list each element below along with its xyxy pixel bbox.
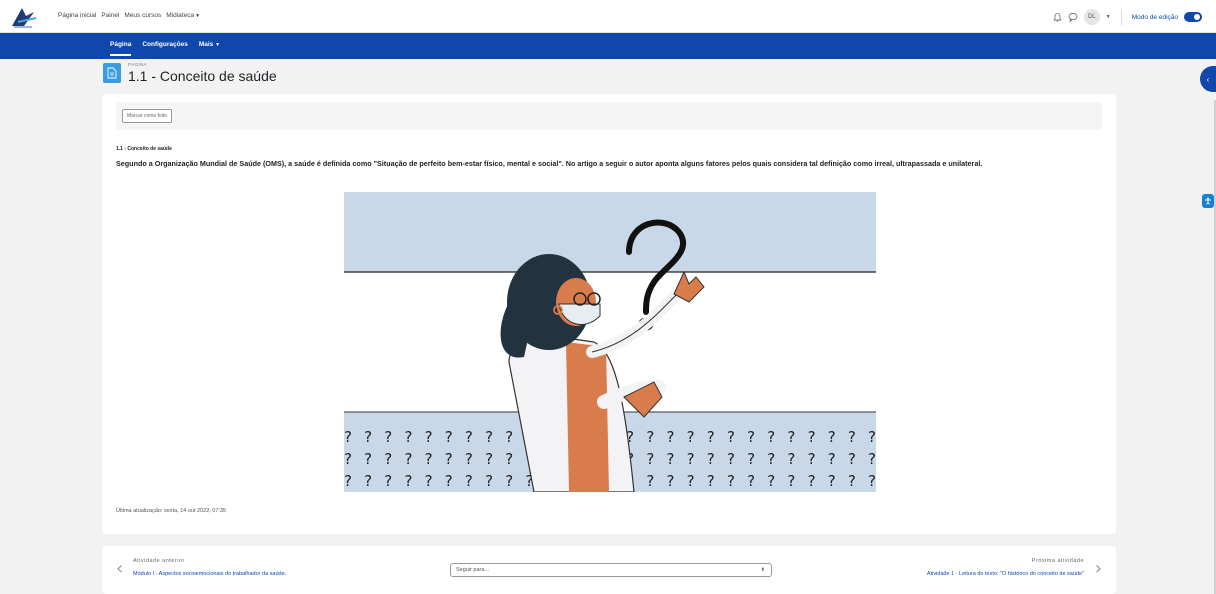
caret-down-icon: ▼ xyxy=(195,13,201,19)
doctor-question-illustration: ? ? ? ? ? ? ? ? ? ? ? ? ? ? ? ? ? ? ? ? … xyxy=(344,192,876,492)
chat-icon[interactable] xyxy=(1068,12,1078,22)
bell-icon[interactable] xyxy=(1052,12,1062,22)
mark-as-done-button[interactable]: Marcar como feito xyxy=(122,109,173,123)
open-drawer-button[interactable]: ‹ xyxy=(1200,66,1216,92)
nav-dashboard[interactable]: Painel xyxy=(101,12,119,19)
content-paragraph: Segundo a Organização Mundial de Saúde (… xyxy=(116,159,983,168)
primary-navigation: Página inicial Painel Meus cursos Midiat… xyxy=(58,12,200,19)
tab-more[interactable]: Mais ▼ xyxy=(199,41,220,56)
caret-down-icon: ▼ xyxy=(215,42,221,48)
top-navbar: Página inicial Painel Meus cursos Midiat… xyxy=(0,0,1216,33)
nav-media-library-label: Midiateca xyxy=(166,12,195,19)
previous-activity-link[interactable]: Módulo I - Aspectos socioemocionais do t… xyxy=(133,571,286,577)
user-menu-caret-icon[interactable]: ▼ xyxy=(1106,14,1111,20)
accessibility-button[interactable] xyxy=(1202,194,1214,208)
tab-page[interactable]: Página xyxy=(110,41,132,56)
tab-more-label: Mais xyxy=(198,41,214,48)
edit-mode-label: Modo de edição xyxy=(1131,13,1178,21)
page-content-card: Marcar como feito 1.1 - Conceito de saúd… xyxy=(102,94,1116,534)
accessibility-icon xyxy=(1205,197,1211,205)
nav-home[interactable]: Página inicial xyxy=(58,12,96,19)
divider xyxy=(1120,9,1122,25)
chevron-right-icon[interactable]: › xyxy=(1095,558,1102,579)
next-activity-caption: Próxima atividade xyxy=(1031,558,1084,564)
site-logo[interactable] xyxy=(8,4,40,30)
last-modified-date: Última atualização: sexta, 14 out 2022, … xyxy=(116,508,227,514)
edit-mode-toggle[interactable] xyxy=(1184,12,1202,22)
activity-navigation: ‹ Atividade anterior Módulo I - Aspectos… xyxy=(102,546,1116,594)
user-avatar[interactable]: DL xyxy=(1083,9,1100,25)
nav-media-library[interactable]: Midiateca▼ xyxy=(166,12,200,19)
content-heading: 1.1 - Conceito de saúde xyxy=(116,146,172,152)
chevron-left-icon[interactable]: ‹ xyxy=(116,558,123,579)
jump-to-select[interactable]: Seguir para... ⬍ xyxy=(450,563,772,577)
page-title: 1.1 - Conceito de saúde xyxy=(128,68,277,84)
next-activity-link[interactable]: Atividade 1 - Leitura do texto: "O histó… xyxy=(927,571,1084,577)
jump-to-placeholder: Seguir para... xyxy=(456,567,490,573)
select-arrows-icon: ⬍ xyxy=(760,567,765,573)
activity-completion: Marcar como feito xyxy=(116,102,1102,130)
chevron-left-icon: ‹ xyxy=(1206,74,1210,84)
tab-settings[interactable]: Configurações xyxy=(142,41,188,56)
page-document-icon xyxy=(103,63,121,83)
secondary-navigation: Página Configurações Mais ▼ xyxy=(110,41,220,56)
page-type-label: PÁGINA xyxy=(128,62,147,67)
previous-activity-caption: Atividade anterior xyxy=(133,558,185,564)
user-tools: DL ▼ Modo de edição xyxy=(1052,9,1202,25)
secondary-navbar: Página Configurações Mais ▼ xyxy=(0,33,1216,59)
nav-my-courses[interactable]: Meus cursos xyxy=(124,12,161,19)
